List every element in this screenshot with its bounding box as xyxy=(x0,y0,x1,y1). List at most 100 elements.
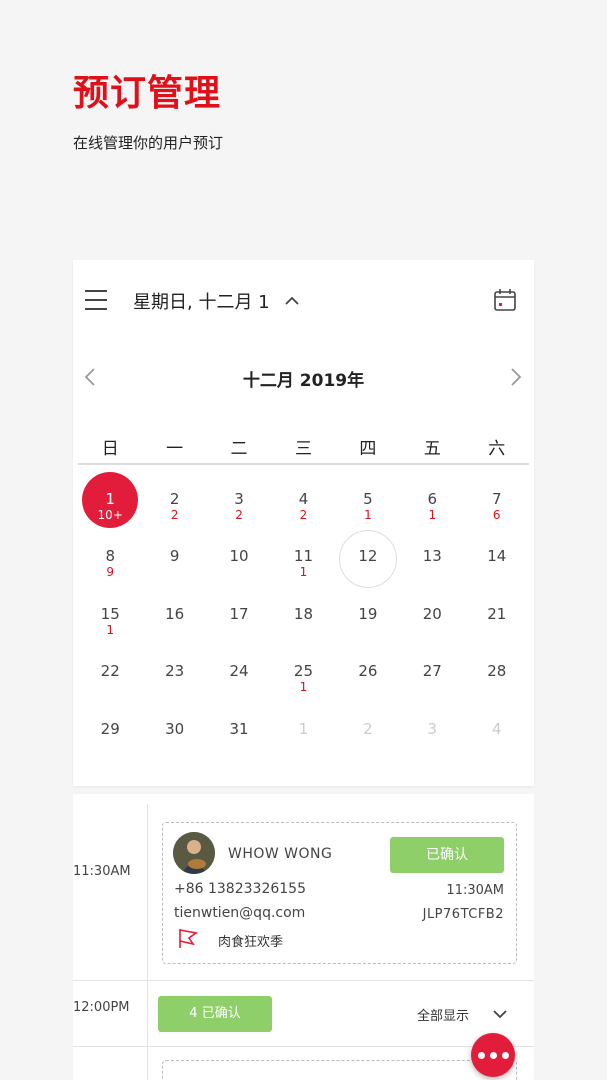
day-number: 1 xyxy=(78,490,142,508)
day-number: 31 xyxy=(207,720,271,738)
calendar-icon[interactable] xyxy=(493,288,517,312)
booking-count-badge: 1 xyxy=(78,623,142,637)
booking-count-badge: 2 xyxy=(207,508,271,522)
calendar-day[interactable]: 3 xyxy=(400,702,464,759)
menu-icon[interactable] xyxy=(85,290,107,310)
show-all-link[interactable]: 全部显示 xyxy=(417,1005,469,1024)
customer-email[interactable]: tienwtien@qq.com xyxy=(174,905,305,921)
day-number: 26 xyxy=(336,662,400,680)
calendar-day[interactable]: 13 xyxy=(400,529,464,586)
calendar-day[interactable]: 22 xyxy=(78,644,142,701)
calendar-card: 星期日, 十二月 1 十二月 2019年 日 一 二 三 四 五 六 110+2… xyxy=(73,260,534,786)
calendar-day[interactable]: 76 xyxy=(465,472,529,529)
calendar-day[interactable]: 12 xyxy=(336,529,400,586)
calendar-day[interactable]: 110+ xyxy=(78,472,142,529)
customer-name: WHOW WONG xyxy=(228,846,332,862)
weekday-label: 一 xyxy=(142,434,206,464)
calendar-day[interactable]: 32 xyxy=(207,472,271,529)
customer-phone[interactable]: +86 13823326155 xyxy=(174,881,306,897)
calendar-day[interactable]: 51 xyxy=(336,472,400,529)
day-number: 28 xyxy=(465,662,529,680)
calendar-day[interactable]: 61 xyxy=(400,472,464,529)
calendar-day[interactable]: 42 xyxy=(271,472,335,529)
calendar-day[interactable]: 89 xyxy=(78,529,142,586)
weekday-label: 四 xyxy=(336,434,400,464)
day-number: 25 xyxy=(271,662,335,680)
weekday-label: 三 xyxy=(271,434,335,464)
weekday-label: 五 xyxy=(400,434,464,464)
booking-card[interactable] xyxy=(162,1060,517,1080)
calendar-day[interactable]: 22 xyxy=(142,472,206,529)
calendar-day[interactable]: 24 xyxy=(207,644,271,701)
chevron-right-icon[interactable] xyxy=(507,366,525,388)
day-number: 18 xyxy=(271,605,335,623)
day-number: 2 xyxy=(142,490,206,508)
booking-count-badge: 9 xyxy=(78,565,142,579)
day-number: 21 xyxy=(465,605,529,623)
confirmed-status-button[interactable]: 已确认 xyxy=(390,837,504,873)
booking-count-badge: 1 xyxy=(271,565,335,579)
day-number: 2 xyxy=(336,720,400,738)
day-number: 11 xyxy=(271,547,335,565)
calendar-topbar: 星期日, 十二月 1 xyxy=(73,260,534,342)
booking-count-badge: 1 xyxy=(400,508,464,522)
calendar-day[interactable]: 23 xyxy=(142,644,206,701)
chevron-up-icon[interactable] xyxy=(285,294,299,308)
calendar-week-row: 110+223242516176 xyxy=(78,472,529,529)
calendar-day[interactable]: 9 xyxy=(142,529,206,586)
booking-code: JLP76TCFB2 xyxy=(423,907,504,922)
day-number: 19 xyxy=(336,605,400,623)
more-actions-button[interactable] xyxy=(471,1033,515,1077)
time-slot-label: 12:00PM xyxy=(73,1000,130,1015)
day-number: 24 xyxy=(207,662,271,680)
calendar-day[interactable]: 1 xyxy=(271,702,335,759)
selected-date-title[interactable]: 星期日, 十二月 1 xyxy=(133,288,270,314)
weekday-label: 六 xyxy=(465,434,529,464)
calendar-day[interactable]: 20 xyxy=(400,587,464,644)
booking-count-badge: 10+ xyxy=(78,508,142,522)
day-number: 5 xyxy=(336,490,400,508)
booking-card[interactable]: WHOW WONG 已确认 +86 13823326155 11:30AM ti… xyxy=(162,822,517,964)
page-title: 预订管理 xyxy=(73,64,221,116)
calendar-day[interactable]: 251 xyxy=(271,644,335,701)
day-number: 22 xyxy=(78,662,142,680)
calendar-day[interactable]: 21 xyxy=(465,587,529,644)
day-number: 6 xyxy=(400,490,464,508)
day-number: 27 xyxy=(400,662,464,680)
page-subtitle: 在线管理你的用户预订 xyxy=(73,132,223,153)
calendar-day[interactable]: 18 xyxy=(271,587,335,644)
calendar-day[interactable]: 17 xyxy=(207,587,271,644)
calendar-week-row: 222324251262728 xyxy=(78,644,529,701)
confirmed-count-button[interactable]: 4 已确认 xyxy=(158,996,272,1032)
calendar-day[interactable]: 111 xyxy=(271,529,335,586)
divider xyxy=(147,804,148,1080)
booking-count-badge: 1 xyxy=(336,508,400,522)
day-number: 4 xyxy=(465,720,529,738)
day-number: 12 xyxy=(336,547,400,565)
calendar-day[interactable]: 28 xyxy=(465,644,529,701)
event-name: 肉食狂欢季 xyxy=(218,931,283,950)
day-number: 30 xyxy=(142,720,206,738)
calendar-day[interactable]: 19 xyxy=(336,587,400,644)
booking-count-badge: 2 xyxy=(271,508,335,522)
calendar-day[interactable]: 151 xyxy=(78,587,142,644)
calendar-day[interactable]: 29 xyxy=(78,702,142,759)
calendar-day[interactable]: 26 xyxy=(336,644,400,701)
calendar-day[interactable]: 4 xyxy=(465,702,529,759)
calendar-day[interactable]: 31 xyxy=(207,702,271,759)
day-number: 3 xyxy=(207,490,271,508)
calendar-day[interactable]: 30 xyxy=(142,702,206,759)
calendar-week-row: 2930311234 xyxy=(78,702,529,759)
chevron-down-icon[interactable] xyxy=(492,1007,508,1021)
calendar-day[interactable]: 27 xyxy=(400,644,464,701)
divider xyxy=(73,980,534,981)
calendar-day[interactable]: 16 xyxy=(142,587,206,644)
calendar-day[interactable]: 10 xyxy=(207,529,271,586)
day-number: 23 xyxy=(142,662,206,680)
month-navigation: 十二月 2019年 xyxy=(73,360,534,394)
day-number: 14 xyxy=(465,547,529,565)
booking-count-badge: 6 xyxy=(465,508,529,522)
calendar-day[interactable]: 14 xyxy=(465,529,529,586)
calendar-day[interactable]: 2 xyxy=(336,702,400,759)
day-number: 1 xyxy=(271,720,335,738)
